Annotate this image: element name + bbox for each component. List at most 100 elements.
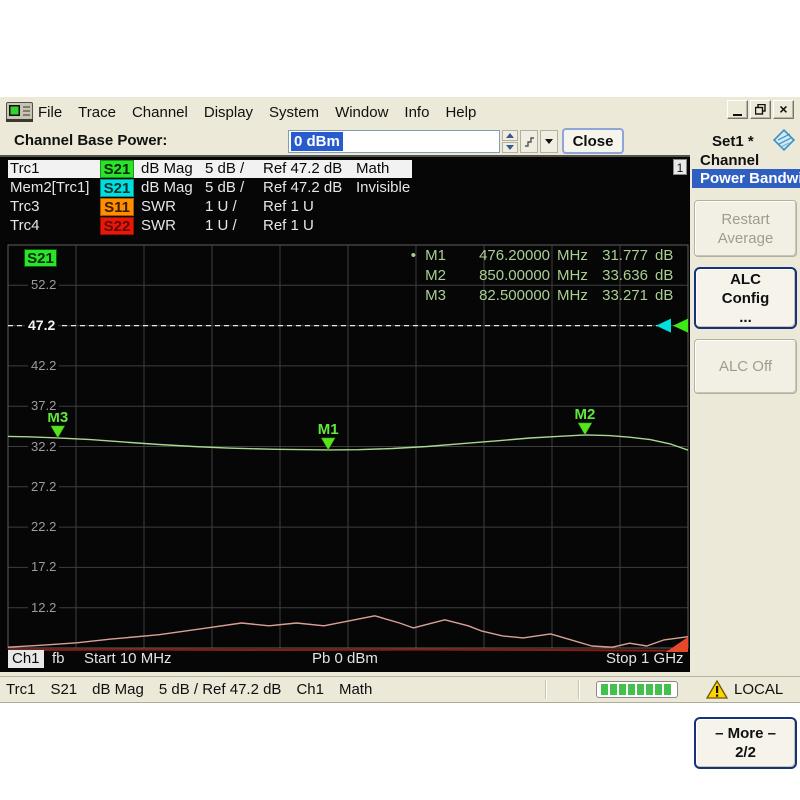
analyzer-window: File Trace Channel Display System Window Info H… [0,97,800,769]
softkey-menu-selected[interactable]: Power Bandwi [692,169,800,188]
status-bar: Trc1 S21 dB Mag 5 dB / Ref 47.2 dB Ch1 Math L… [0,676,800,702]
status-item: 5 dB / Ref 47.2 dB [158,681,282,698]
sweep-mode-label: fb [52,650,65,667]
softkey-label: Average [717,229,774,247]
marker-readout-row: M2 850.00000 MHz 33.636 dB [404,265,676,285]
minimize-button[interactable] [727,100,748,119]
power-value-input[interactable]: 0 dBm [288,130,500,153]
softkey-group-title: Channel [700,152,760,169]
close-entry-button[interactable]: Close [562,128,624,154]
status-divider [545,680,547,699]
base-power-label: Pb 0 dBm [312,650,378,667]
screenshot-canvas: File Trace Channel Display System Window Info H… [0,0,800,800]
softkey-label: ALC [730,270,761,288]
spin-up-button[interactable] [502,130,518,141]
window-controls: × [727,100,794,119]
softkey-label: Restart [721,210,770,228]
y-axis-label: 17.2 [28,559,60,575]
step-size-icon [524,137,534,147]
chevron-down-icon [506,145,514,150]
menu-item-window[interactable]: Window [335,104,388,121]
ref-arrow-trc1-icon [673,318,688,333]
plot-grid: M1 M2 M3 [7,244,689,652]
softkey-label: – More – [715,725,776,742]
close-window-button[interactable]: × [773,100,794,119]
status-item: Trc1 [6,681,36,698]
stop-frequency-label: Stop 1 GHz [606,650,684,667]
setup-name-label: Set1 * [712,133,754,150]
status-item: Math [338,681,373,698]
marker-value: 33.271 [602,286,648,304]
marker-triangle-m3[interactable] [50,425,66,439]
power-value-selected-text: 0 dBm [291,132,343,151]
marker-triangle-m1[interactable] [320,437,336,451]
marker-frequency: 476.20000 [479,246,550,264]
menu-item-info[interactable]: Info [404,104,429,121]
value-spinner [502,130,518,153]
progress-segment [655,684,662,695]
marker-name: M3 [425,286,446,304]
menu-item-trace[interactable]: Trace [78,104,116,121]
status-item: Ch1 [296,681,324,698]
menu-bar: File Trace Channel Display System Window Info H… [0,97,800,127]
entry-toolbar: Channel Base Power: 0 dBm Close [0,127,800,157]
menu-item-channel[interactable]: Channel [132,104,188,121]
warning-icon[interactable] [705,679,729,705]
y-axis-label: 12.2 [28,599,60,615]
softkey-label: Config [721,289,770,307]
softkey-sidebar: Channel Power Bandwi Restart Average ALC… [690,152,800,769]
alc-off-softkey[interactable]: ALC Off [694,339,797,394]
marker-value-unit: dB [655,286,674,304]
instrument-icon[interactable] [6,101,33,122]
marker-value: 33.636 [602,266,648,284]
unit-dropdown-button[interactable] [540,130,558,153]
alc-config-softkey[interactable]: ALC Config ... [694,267,797,329]
diagram-area: Trc1 S21 dB Mag 5 dB / Ref 47.2 dB Math … [0,157,690,672]
restart-average-softkey[interactable]: Restart Average [694,200,797,257]
spin-down-button[interactable] [502,142,518,153]
dropdown-arrow-icon [545,139,553,144]
menu-item-file[interactable]: File [38,104,62,121]
marker-value-unit: dB [655,266,674,284]
active-marker-bullet: • [410,246,416,264]
marker-frequency: 82.500000 [479,286,550,304]
menu-item-display[interactable]: Display [204,104,253,121]
status-divider [578,680,580,699]
channel-label[interactable]: Ch1 [8,650,44,668]
progress-segment [664,684,671,695]
marker-value-unit: dB [655,246,674,264]
y-axis-label: 42.2 [28,357,60,373]
progress-segment [628,684,635,695]
progress-segment [610,684,617,695]
menu-item-system[interactable]: System [269,104,319,121]
marker-readout-row: M3 82.500000 MHz 33.271 dB [404,285,676,305]
minimize-icon [733,113,742,116]
y-axis-label: 32.2 [28,438,60,454]
marker-frequency: 850.00000 [479,266,550,284]
marker-frequency-unit: MHz [557,266,588,284]
progress-segment [619,684,626,695]
marker-info-field[interactable]: • M1 476.20000 MHz 31.777 dB M2 850.0000… [404,245,676,305]
progress-segment [646,684,653,695]
status-item: S21 [50,681,78,698]
entry-field-label: Channel Base Power: [14,132,168,149]
channel-scale-strip: Ch1 fb Start 10 MHz Pb 0 dBm Stop 1 GHz [0,648,690,672]
sweep-progress-bar [596,681,678,698]
y-axis-ref-label: 47.2 [25,317,59,333]
status-item: dB Mag [92,681,144,698]
marker-triangle-m2[interactable] [577,422,593,436]
y-axis-label: 27.2 [28,478,60,494]
ref-arrow-mem-icon [656,318,671,333]
restore-icon [755,104,766,115]
menu-item-help[interactable]: Help [445,104,476,121]
menu-items: File Trace Channel Display System Window Info H… [38,97,492,127]
progress-segment [637,684,644,695]
more-softkey[interactable]: – More – 2/2 [694,717,797,769]
local-remote-indicator[interactable]: LOCAL [734,681,783,698]
marker-name: M1 [425,246,446,264]
restore-button[interactable] [750,100,771,119]
marker-readout-row: • M1 476.20000 MHz 31.777 dB [404,245,676,265]
y-axis-label: 52.2 [28,277,60,293]
softkey-label: ALC Off [718,358,773,375]
step-size-button[interactable] [520,130,538,153]
